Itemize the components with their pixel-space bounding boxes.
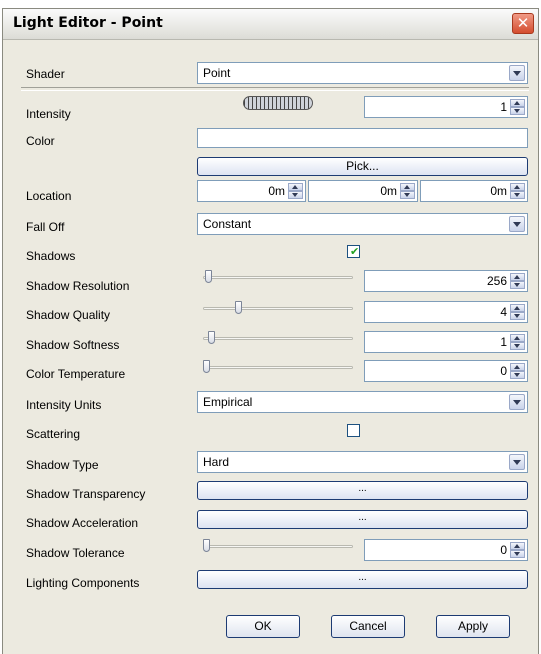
location-z-value: 0m [490, 184, 507, 198]
chevron-down-icon[interactable] [509, 65, 525, 81]
color-label: Color [26, 134, 55, 148]
separator [21, 87, 529, 91]
shadow-quality-value: 4 [500, 305, 507, 319]
shadow-type-value: Hard [203, 455, 230, 469]
location-y-value: 0m [380, 184, 397, 198]
close-icon: ✕ [516, 14, 530, 32]
color-temperature-label: Color Temperature [26, 367, 126, 381]
shadow-quality-label: Shadow Quality [26, 308, 111, 322]
spinner-arrows-icon[interactable] [510, 334, 525, 350]
shadow-type-label: Shadow Type [26, 458, 99, 472]
shadow-tolerance-slider[interactable] [203, 539, 353, 555]
shadow-transparency-button[interactable]: ... [197, 481, 528, 500]
lighting-components-label: Lighting Components [26, 576, 140, 590]
intensity-units-select[interactable]: Empirical [197, 391, 528, 413]
location-y-field[interactable]: 0m [308, 180, 418, 202]
shader-label: Shader [26, 67, 65, 81]
shadow-softness-slider[interactable] [203, 331, 353, 347]
window-title: Light Editor - Point [13, 15, 163, 31]
shadow-resolution-slider[interactable] [203, 270, 353, 286]
shadows-checkbox[interactable]: ✔ [347, 245, 360, 258]
ok-button[interactable]: OK [226, 615, 300, 638]
color-swatch[interactable] [197, 128, 528, 148]
scattering-checkbox[interactable] [347, 424, 360, 437]
shadow-resolution-field[interactable]: 256 [364, 270, 528, 292]
shader-value: Point [203, 66, 231, 80]
color-temperature-slider[interactable] [203, 360, 353, 376]
color-temperature-field[interactable]: 0 [364, 360, 528, 382]
intensity-units-label: Intensity Units [26, 398, 102, 412]
shadow-resolution-label: Shadow Resolution [26, 279, 130, 293]
location-z-field[interactable]: 0m [420, 180, 528, 202]
shadow-softness-field[interactable]: 1 [364, 331, 528, 353]
slider-thumb[interactable] [207, 331, 215, 344]
shadow-transparency-label: Shadow Transparency [26, 487, 146, 501]
jog-wheel-icon[interactable] [243, 96, 313, 110]
shadow-quality-slider[interactable] [203, 301, 353, 317]
fall-off-label: Fall Off [26, 220, 65, 234]
intensity-units-value: Empirical [203, 395, 253, 409]
shadow-acceleration-label: Shadow Acceleration [26, 516, 139, 530]
fall-off-value: Constant [203, 217, 252, 231]
spinner-arrows-icon[interactable] [288, 183, 303, 199]
shadow-type-select[interactable]: Hard [197, 451, 528, 473]
chevron-down-icon[interactable] [509, 394, 525, 410]
shadow-tolerance-value: 0 [500, 543, 507, 557]
chevron-down-icon[interactable] [509, 454, 525, 470]
location-x-value: 0m [268, 184, 285, 198]
spinner-arrows-icon[interactable] [510, 304, 525, 320]
title-bar[interactable]: Light Editor - Point ✕ [3, 9, 538, 40]
shadows-label: Shadows [26, 249, 76, 263]
location-label: Location [26, 189, 72, 203]
apply-button[interactable]: Apply [436, 615, 510, 638]
slider-thumb[interactable] [203, 360, 210, 373]
spinner-arrows-icon[interactable] [400, 183, 415, 199]
intensity-field[interactable]: 1 [364, 96, 528, 118]
pick-color-button[interactable]: Pick... [197, 157, 528, 176]
slider-thumb[interactable] [203, 539, 210, 552]
intensity-label: Intensity [26, 107, 71, 121]
checkmark-icon: ✔ [350, 245, 360, 258]
lighting-components-button[interactable]: ... [197, 570, 528, 589]
shadow-tolerance-field[interactable]: 0 [364, 539, 528, 561]
shader-select[interactable]: Point [197, 62, 528, 84]
shadow-resolution-value: 256 [486, 274, 507, 288]
slider-thumb[interactable] [234, 301, 242, 314]
spinner-arrows-icon[interactable] [510, 273, 525, 289]
fall-off-select[interactable]: Constant [197, 213, 528, 235]
location-x-field[interactable]: 0m [197, 180, 306, 202]
shadow-tolerance-label: Shadow Tolerance [26, 546, 125, 560]
close-button[interactable]: ✕ [512, 13, 534, 34]
slider-thumb[interactable] [204, 270, 212, 283]
intensity-value: 1 [500, 100, 507, 114]
spinner-arrows-icon[interactable] [510, 183, 525, 199]
spinner-arrows-icon[interactable] [510, 363, 525, 379]
color-temperature-value: 0 [500, 364, 507, 378]
chevron-down-icon[interactable] [509, 216, 525, 232]
shadow-acceleration-button[interactable]: ... [197, 510, 528, 529]
scattering-label: Scattering [26, 427, 81, 441]
shadow-softness-label: Shadow Softness [26, 338, 120, 352]
cancel-button[interactable]: Cancel [331, 615, 405, 638]
spinner-arrows-icon[interactable] [510, 99, 525, 115]
spinner-arrows-icon[interactable] [510, 542, 525, 558]
shadow-softness-value: 1 [500, 335, 507, 349]
shadow-quality-field[interactable]: 4 [364, 301, 528, 323]
